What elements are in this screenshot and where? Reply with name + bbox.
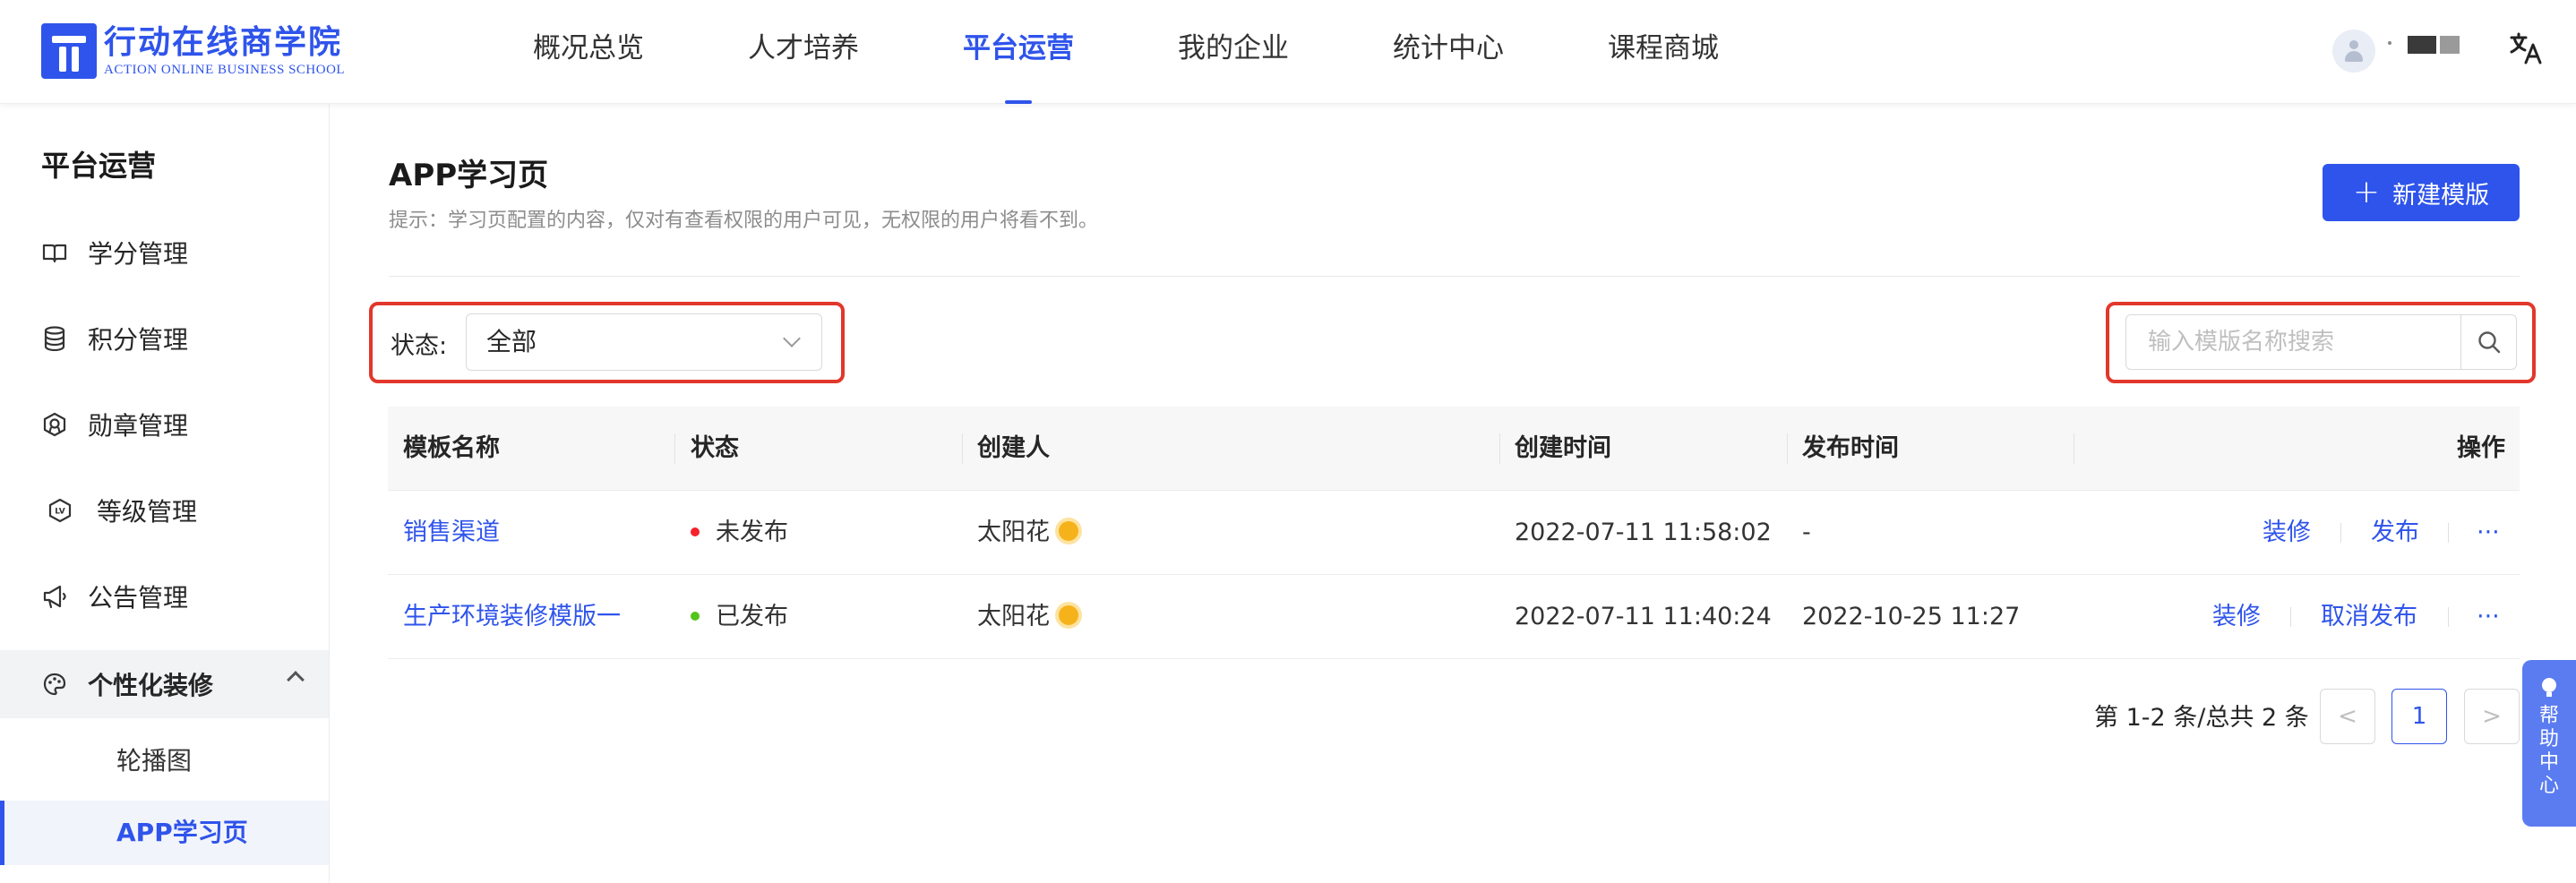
pagination-prev-button[interactable]: < <box>2320 689 2375 744</box>
column-header-name: 模板名称 <box>403 434 500 462</box>
column-header-creator: 创建人 <box>977 434 1050 462</box>
sidebar-item-medals[interactable]: 勋章管理 <box>0 390 329 459</box>
template-table: 模板名称 状态 创建人 创建时间 发布时间 操作 销售渠道 未发布 太阳花 20… <box>388 407 2520 659</box>
template-name-link[interactable]: 销售渠道 <box>403 491 500 575</box>
sidebar-item-label: 个性化装修 <box>88 671 214 700</box>
logo-mark-icon <box>41 23 97 79</box>
template-name-link[interactable]: 生产环境装修模版一 <box>403 575 621 659</box>
table-header: 模板名称 状态 创建人 创建时间 发布时间 操作 <box>388 407 2520 491</box>
header-divider <box>389 276 2520 277</box>
plus-icon: + <box>2352 174 2381 210</box>
medal-icon <box>41 411 68 438</box>
sidebar-item-label: 积分管理 <box>88 325 189 355</box>
user-avatar-icon[interactable] <box>2332 30 2375 73</box>
nav-item-course-mall[interactable]: 课程商城 <box>1605 0 1722 104</box>
page-title: APP学习页 <box>389 158 549 193</box>
search-icon <box>2477 331 2500 354</box>
sidebar-subitem-app-study-page[interactable]: APP学习页 <box>0 801 329 865</box>
sidebar-subitem-carousel[interactable]: 轮播图 <box>0 729 329 793</box>
nav-item-platform-ops[interactable]: 平台运营 <box>960 0 1077 104</box>
unpublish-action[interactable]: 取消发布 <box>2321 575 2417 659</box>
column-header-created-time: 创建时间 <box>1515 434 1611 462</box>
status-cell: 未发布 <box>691 491 788 575</box>
column-header-actions: 操作 <box>2457 434 2505 462</box>
creator-cell: 太阳花 <box>977 491 1078 575</box>
level-icon: LV <box>47 497 73 524</box>
sidebar-item-announcements[interactable]: 公告管理 <box>0 562 329 630</box>
status-filter-label: 状态: <box>391 332 448 360</box>
sidebar: 平台运营 学分管理 积分管理 勋章管理 LV 等级管理 公告管理 个性化装修 轮… <box>0 104 330 883</box>
book-icon <box>41 239 68 266</box>
lightbulb-icon <box>2542 678 2556 697</box>
new-template-label: 新建模版 <box>2392 181 2490 210</box>
nav-item-overview[interactable]: 概况总览 <box>530 0 647 104</box>
palette-icon <box>41 671 68 698</box>
database-icon <box>41 325 68 352</box>
created-time-cell: 2022-07-11 11:58:02 <box>1515 519 1772 546</box>
pagination-info: 第 1-2 条/总共 2 条 <box>2094 704 2309 732</box>
nav-item-my-company[interactable]: 我的企业 <box>1175 0 1292 104</box>
publish-action[interactable]: 发布 <box>2371 491 2419 575</box>
sun-emoji-icon <box>1059 604 1078 625</box>
sidebar-item-credits[interactable]: 学分管理 <box>0 219 329 287</box>
sidebar-item-points[interactable]: 积分管理 <box>0 304 329 373</box>
sidebar-item-label: 公告管理 <box>88 583 189 613</box>
decorate-action[interactable]: 装修 <box>2263 491 2311 575</box>
chevron-up-icon <box>287 671 305 689</box>
brand-name-cn: 行动在线商学院 <box>104 24 343 61</box>
template-search-input[interactable] <box>2126 315 2461 369</box>
page-tip: 提示：学习页配置的内容，仅对有查看权限的用户可见，无权限的用户将看不到。 <box>389 210 1099 232</box>
sidebar-title: 平台运营 <box>41 149 157 183</box>
column-header-published-time: 发布时间 <box>1802 434 1899 462</box>
creator-cell: 太阳花 <box>977 575 1078 659</box>
created-time-cell: 2022-07-11 11:40:24 <box>1515 603 1772 630</box>
brand-logo[interactable]: 行动在线商学院 ACTION ONLINE BUSINESS SCHOOL <box>41 23 345 79</box>
published-time-cell: - <box>1802 519 1811 546</box>
megaphone-icon <box>41 583 68 610</box>
brand-name-en: ACTION ONLINE BUSINESS SCHOOL <box>104 63 346 77</box>
pagination-page-1[interactable]: 1 <box>2391 689 2447 744</box>
search-box <box>2125 314 2517 370</box>
more-actions-icon[interactable]: ··· <box>2477 491 2500 575</box>
top-navigation-bar: 行动在线商学院 ACTION ONLINE BUSINESS SCHOOL 概况… <box>0 0 2576 104</box>
sidebar-item-label: 等级管理 <box>97 497 198 527</box>
more-actions-icon[interactable]: ··· <box>2477 575 2500 659</box>
chevron-left-icon: < <box>2338 703 2357 730</box>
published-time-cell: 2022-10-25 11:27 <box>1802 603 2021 630</box>
sidebar-item-label: 学分管理 <box>88 239 189 269</box>
status-select[interactable]: 全部 <box>466 313 822 371</box>
nav-item-statistics[interactable]: 统计中心 <box>1390 0 1507 104</box>
help-center-label: 帮助中心 <box>2538 705 2559 797</box>
status-dot-unpublished <box>691 527 700 536</box>
column-header-status: 状态 <box>691 434 739 462</box>
chevron-down-icon <box>783 330 801 347</box>
translate-icon[interactable] <box>2508 30 2544 66</box>
sun-emoji-icon <box>1059 520 1078 541</box>
status-cell: 已发布 <box>691 575 788 659</box>
status-dot-published <box>691 611 700 621</box>
help-center-button[interactable]: 帮助中心 <box>2522 660 2576 827</box>
decorate-action[interactable]: 装修 <box>2212 575 2261 659</box>
svg-text:LV: LV <box>55 508 64 517</box>
sidebar-item-levels[interactable]: LV 等级管理 <box>0 476 329 544</box>
nav-item-talent[interactable]: 人才培养 <box>745 0 862 104</box>
new-template-button[interactable]: + 新建模版 <box>2323 164 2520 221</box>
search-button[interactable] <box>2460 315 2516 369</box>
chevron-right-icon: > <box>2482 703 2502 730</box>
user-name-redacted[interactable] <box>2388 36 2460 54</box>
table-row: 销售渠道 未发布 太阳花 2022-07-11 11:58:02 - 装修 发布… <box>388 491 2520 575</box>
sidebar-item-customization[interactable]: 个性化装修 <box>0 650 329 718</box>
sidebar-item-label: 勋章管理 <box>88 411 189 441</box>
table-row: 生产环境装修模版一 已发布 太阳花 2022-07-11 11:40:24 20… <box>388 575 2520 659</box>
pagination-next-button[interactable]: > <box>2464 689 2520 744</box>
status-select-value: 全部 <box>486 327 537 356</box>
